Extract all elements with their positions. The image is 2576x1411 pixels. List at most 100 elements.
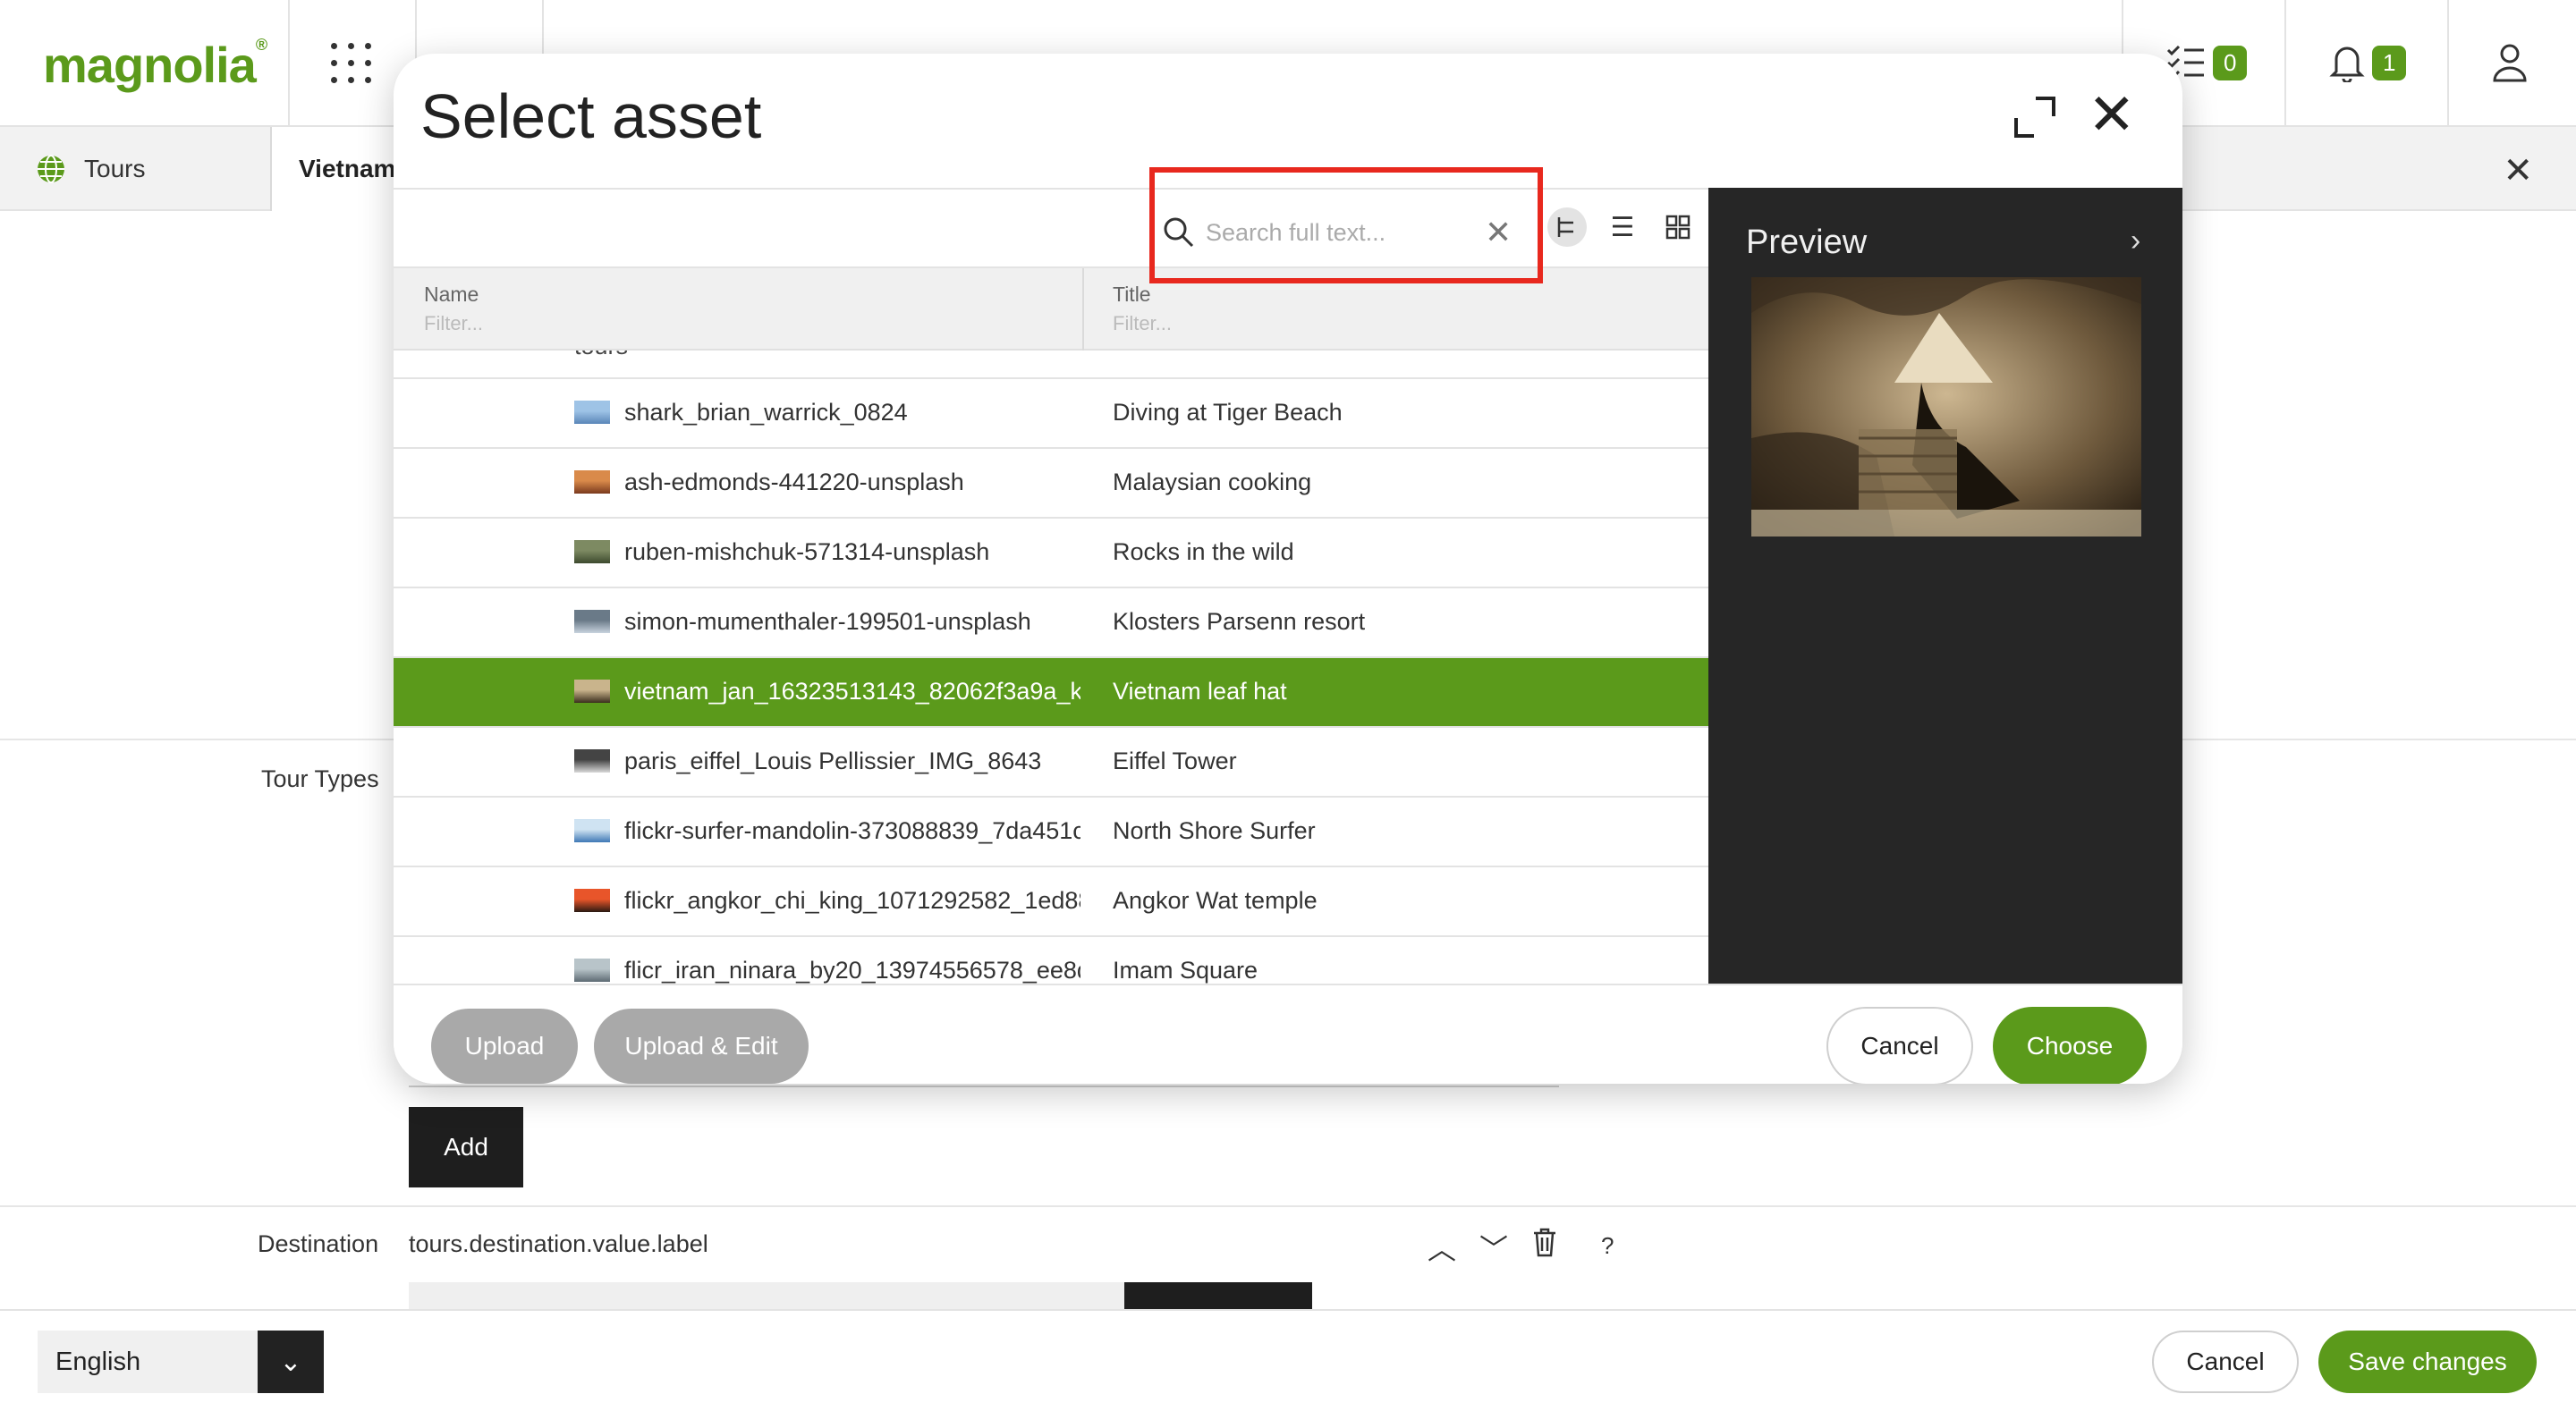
leaf-hat-photo [1751, 277, 2141, 537]
magnolia-logo[interactable]: magnolia® [43, 36, 267, 94]
divider [2447, 0, 2449, 127]
asset-title: Eiffel Tower [1113, 748, 1237, 774]
full-text-search: ✕ [1163, 207, 1521, 258]
asset-title: Imam Square [1113, 957, 1258, 984]
asset-row[interactable]: ash-edmonds-441220-unsplash Malaysian coo… [394, 449, 1708, 519]
logo-mark: ® [255, 36, 267, 54]
trash-icon[interactable] [1531, 1227, 1558, 1257]
column-title-header: Title [1113, 283, 1151, 306]
asset-name: shark_brian_warrick_0824 [624, 399, 908, 426]
preview-title: Preview [1746, 224, 1868, 261]
select-asset-dialog: Select asset ✕ ✕ ☰ [394, 54, 2182, 1084]
asset-row[interactable]: ruben-mishchuk-571314-unsplash Rocks in t… [394, 519, 1708, 588]
search-icon [1164, 217, 1194, 248]
editor-footer: English ⌄ Cancel Save changes [0, 1309, 2576, 1411]
user-icon [2493, 44, 2527, 82]
upload-edit-button[interactable]: Upload & Edit [594, 1009, 809, 1084]
column-name-filter[interactable]: Filter... [424, 312, 1082, 335]
column-title[interactable]: Title Filter... [1082, 268, 1708, 351]
grid-view-icon[interactable] [1658, 207, 1698, 247]
divider [0, 1205, 2576, 1207]
column-name[interactable]: Name Filter... [394, 268, 1082, 351]
asset-title: Rocks in the wild [1113, 538, 1294, 565]
tab-tours-label: Tours [84, 155, 146, 182]
divider [409, 1086, 1559, 1087]
dialog-footer: Upload Upload & Edit Cancel Choose [394, 984, 2182, 1084]
asset-row[interactable]: flickr-surfer-mandolin-373088839_7da451c… [394, 798, 1708, 867]
asset-thumbnail [574, 889, 610, 912]
asset-title: Angkor Wat temple [1113, 887, 1318, 914]
asset-title: Klosters Parsenn resort [1113, 608, 1366, 635]
help-icon[interactable]: ? [1601, 1232, 1614, 1260]
asset-title: Vietnam leaf hat [1113, 678, 1287, 705]
column-title-filter[interactable]: Filter... [1113, 312, 1708, 335]
language-select[interactable]: English ⌄ [38, 1331, 324, 1393]
tree-view-icon[interactable] [1547, 207, 1587, 247]
choose-button[interactable]: Choose [1993, 1007, 2147, 1084]
asset-name: simon-mumenthaler-199501-unsplash [624, 608, 1031, 635]
upload-button[interactable]: Upload [431, 1009, 578, 1084]
language-value: English [55, 1347, 141, 1376]
move-down-icon[interactable]: ﹀ [1479, 1227, 1508, 1268]
move-up-icon[interactable]: ︿ [1428, 1227, 1456, 1268]
user-menu-button[interactable] [2492, 36, 2528, 89]
tab-tours[interactable]: Tours [0, 127, 272, 211]
chevron-right-icon[interactable]: › [2131, 224, 2140, 258]
chevron-down-icon[interactable]: ⌄ [258, 1331, 324, 1393]
asset-title: North Shore Surfer [1113, 817, 1316, 844]
tasks-count-badge: 0 [2213, 45, 2248, 80]
asset-name: flickr_angkor_chi_king_1071292582_1ed88a [624, 887, 1080, 914]
asset-name: flicr_iran_ninara_by20_13974556578_ee8d3 [624, 957, 1080, 984]
app-launcher-icon[interactable] [331, 43, 372, 84]
asset-name: ash-edmonds-441220-unsplash [624, 469, 964, 495]
divider [288, 0, 290, 127]
asset-row[interactable]: shark_brian_warrick_0824 Diving at Tiger … [394, 379, 1708, 449]
globe-icon [38, 155, 64, 183]
asset-thumbnail [574, 819, 610, 842]
asset-title: Malaysian cooking [1113, 469, 1312, 495]
asset-name: vietnam_jan_16323513143_82062f3a9a_k [624, 678, 1080, 705]
preview-image [1751, 277, 2141, 537]
asset-thumbnail [574, 470, 610, 494]
notifications-button[interactable]: 1 [2329, 36, 2407, 89]
asset-thumbnail [574, 749, 610, 773]
destination-select-button[interactable] [1124, 1282, 1312, 1309]
folder-name: tours [574, 351, 628, 360]
list-view-icon[interactable]: ☰ [1603, 207, 1642, 247]
dialog-cancel-button[interactable]: Cancel [1826, 1007, 1973, 1084]
asset-row[interactable]: paris_eiffel_Louis Pellissier_IMG_8643 Ei… [394, 728, 1708, 798]
asset-name: ruben-mishchuk-571314-unsplash [624, 538, 990, 565]
asset-title: Diving at Tiger Beach [1113, 399, 1343, 426]
add-button[interactable]: Add [409, 1107, 523, 1187]
asset-row[interactable]: flickr_angkor_chi_king_1071292582_1ed88a… [394, 867, 1708, 937]
save-changes-button[interactable]: Save changes [2318, 1331, 2537, 1393]
clear-search-icon[interactable]: ✕ [1485, 214, 1512, 251]
asset-row[interactable]: flicr_iran_ninara_by20_13974556578_ee8d3… [394, 937, 1708, 984]
maximize-icon[interactable] [2012, 95, 2057, 139]
destination-controls: ︿ ﹀ [1428, 1227, 1558, 1268]
view-switcher: ☰ [1547, 207, 1698, 247]
dialog-title: Select asset [420, 81, 762, 151]
divider [2284, 0, 2286, 127]
asset-name: flickr-surfer-mandolin-373088839_7da451c… [624, 817, 1080, 844]
asset-thumbnail [574, 401, 610, 424]
asset-grid-header: Name Filter... Title Filter... [394, 268, 1708, 351]
preview-panel: Preview › [1708, 188, 2182, 984]
asset-thumbnail [574, 959, 610, 982]
asset-name: paris_eiffel_Louis Pellissier_IMG_8643 [624, 748, 1042, 774]
folder-row[interactable]: tours [394, 351, 1708, 379]
asset-thumbnail [574, 680, 610, 703]
search-input[interactable] [1206, 218, 1474, 247]
tab-vietnam-label: Vietnam: [299, 155, 404, 182]
bell-icon [2329, 46, 2365, 82]
cancel-button[interactable]: Cancel [2152, 1331, 2299, 1393]
close-tab-icon[interactable]: ✕ [2503, 150, 2533, 191]
close-dialog-icon[interactable]: ✕ [2088, 86, 2136, 143]
asset-row[interactable]: vietnam_jan_16323513143_82062f3a9a_k Viet… [394, 658, 1708, 728]
asset-row[interactable]: simon-mumenthaler-199501-unsplash Kloster… [394, 588, 1708, 658]
asset-toolbar: ✕ ☰ [394, 188, 1708, 268]
asset-thumbnail [574, 610, 610, 633]
asset-thumbnail [574, 540, 610, 563]
asset-list: tours shark_brian_warrick_0824 Diving at … [394, 351, 1708, 984]
destination-select[interactable] [409, 1282, 1124, 1309]
